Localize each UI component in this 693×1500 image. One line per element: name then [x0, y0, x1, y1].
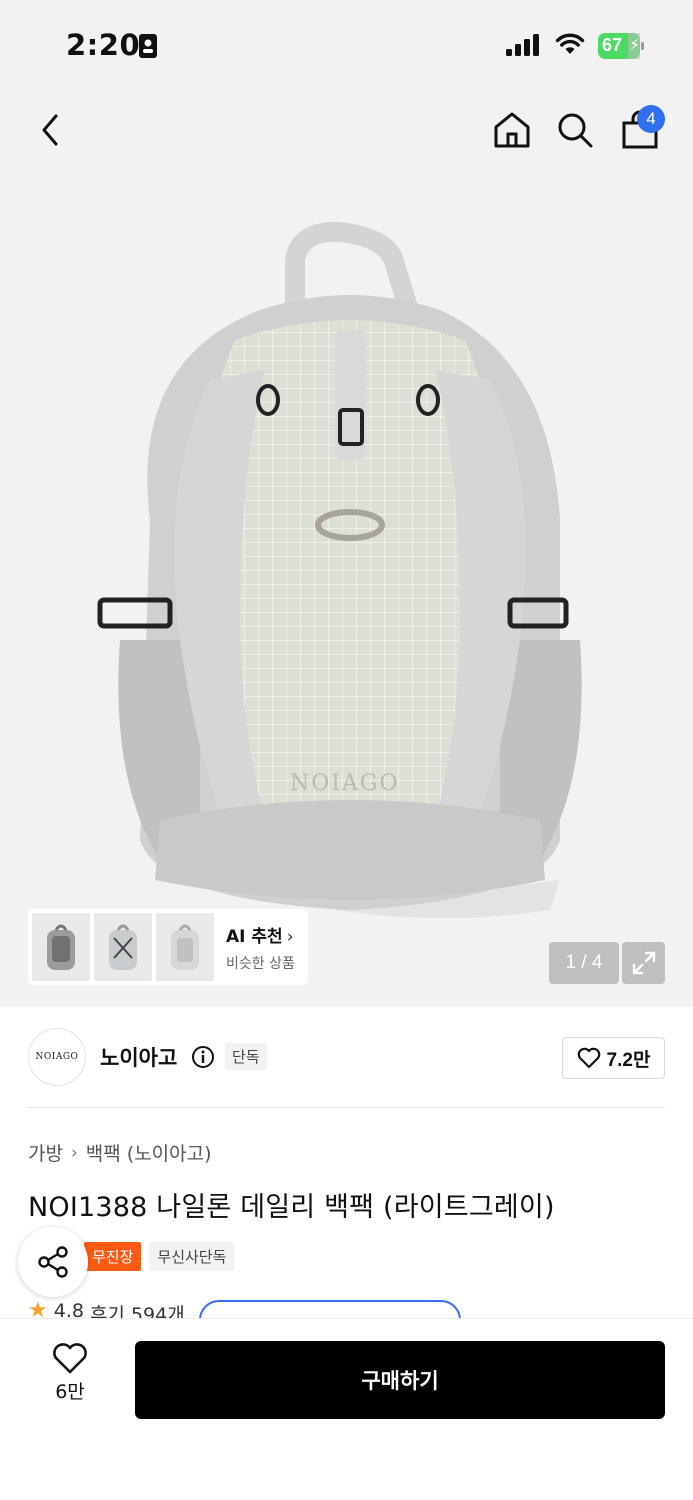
product-image: NOIAGO: [97, 221, 582, 919]
product-title: NOI1388 나일론 데일리 백팩 (라이트그레이): [28, 1192, 555, 1223]
ai-recommendation-title: AI 추천: [226, 926, 283, 947]
heart-icon: [53, 1343, 87, 1374]
top-navigation: [0, 100, 693, 164]
search-button[interactable]: [549, 100, 601, 160]
expand-image-button[interactable]: [622, 942, 665, 984]
share-button[interactable]: [18, 1227, 88, 1297]
heart-icon: [577, 1047, 600, 1069]
backpack-thumbnail-icon: [47, 924, 75, 970]
status-time: 2:20: [66, 28, 141, 62]
battery-level: 67: [602, 35, 623, 55]
breadcrumb-item-category[interactable]: 가방: [28, 1139, 63, 1166]
wifi-icon: [555, 33, 585, 54]
back-button[interactable]: [24, 100, 76, 160]
search-icon: [558, 113, 593, 148]
brand-row: NOIAGO 노이아고 단독 7.2만: [28, 1028, 665, 1086]
chevron-right-icon: ›: [286, 926, 294, 947]
chevron-left-icon: [42, 114, 58, 146]
backpack-thumbnail-icon: [109, 924, 137, 970]
tag-mujinjang: 무진장: [84, 1242, 142, 1271]
battery-icon: 67 ⚡: [598, 33, 646, 59]
ai-recommendation-text: AI 추천 › 비슷한 상품: [226, 922, 295, 973]
charging-bolt-icon: ⚡: [629, 35, 641, 54]
tag-musinsa-exclusive: 무신사단독: [149, 1242, 235, 1271]
cart-count-badge: 4: [637, 105, 665, 133]
id-card-icon: [139, 34, 157, 58]
share-icon: [38, 1246, 68, 1278]
divider: [28, 1107, 665, 1108]
home-button[interactable]: [486, 100, 538, 160]
chevron-right-icon: ›: [70, 1142, 78, 1163]
image-page-indicator: 1 / 4: [549, 942, 619, 984]
recommendation-thumbnail[interactable]: [94, 913, 152, 981]
exclusive-tag: 단독: [225, 1043, 267, 1070]
ai-recommendation-card[interactable]: AI 추천 › 비슷한 상품: [28, 909, 308, 985]
recommendation-thumbnail[interactable]: [156, 913, 214, 981]
expand-icon: [632, 951, 655, 975]
product-watermark-text: NOIAGO: [290, 771, 399, 796]
brand-like-button[interactable]: 7.2만: [562, 1037, 665, 1079]
backpack-thumbnail-icon: [171, 924, 199, 970]
cellular-signal-icon: [506, 34, 539, 56]
info-icon[interactable]: [191, 1045, 215, 1069]
wishlist-count: 6만: [55, 1381, 85, 1403]
breadcrumb: 가방 › 백팩 (노이아고): [28, 1139, 212, 1166]
breadcrumb-item-subcategory[interactable]: 백팩 (노이아고): [86, 1139, 212, 1166]
wishlist-button[interactable]: 6만: [30, 1343, 110, 1413]
product-image-gallery[interactable]: 2:20 67 ⚡ 4 NOIAGO AI 추천 › 비슷한 상품 1 / 4: [0, 0, 693, 1007]
brand-name[interactable]: 노이아고: [100, 1042, 177, 1072]
brand-logo[interactable]: NOIAGO: [28, 1028, 86, 1086]
ai-recommendation-subtitle: 비슷한 상품: [226, 955, 295, 972]
home-icon: [494, 112, 530, 148]
recommendation-thumbnail[interactable]: [32, 913, 90, 981]
buy-button[interactable]: 구매하기: [135, 1341, 665, 1419]
status-bar: 2:20 67 ⚡: [0, 0, 693, 90]
bottom-action-bar: 6만 구매하기: [0, 1318, 693, 1500]
brand-like-count: 7.2만: [606, 1049, 651, 1071]
